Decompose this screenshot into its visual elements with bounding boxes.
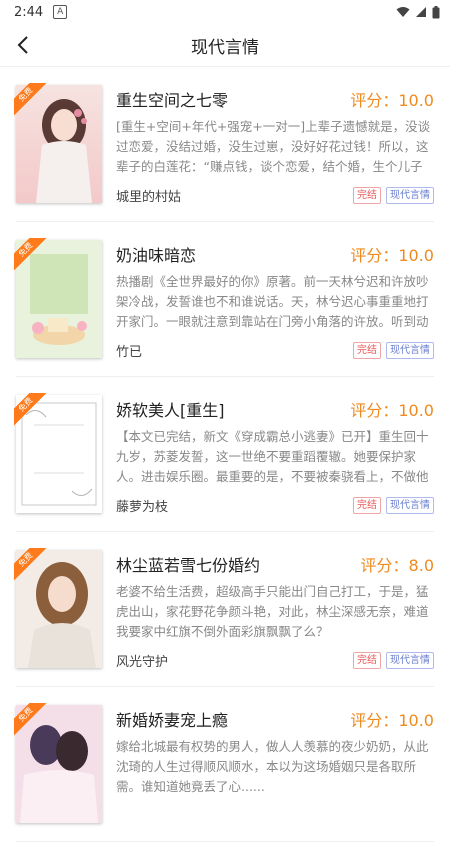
book-description: 热播剧《全世界最好的你》原著。前一天林兮迟和许放吵架冷战，发誓谁也不和谁说话。天…	[116, 274, 429, 329]
book-list: 免费 重生空间之七零 评分：10.0 [重生+空间+年代+强宠+一对一]上辈子遗…	[0, 67, 450, 842]
wifi-icon	[396, 7, 410, 17]
book-item[interactable]: 免费 娇软美人[重生] 评分：10.0 【本文已完结，新文《穿成霸总小逃妻》已开…	[14, 377, 434, 532]
book-item[interactable]: 免费 重生空间之七零 评分：10.0 [重生+空间+年代+强宠+一对一]上辈子遗…	[14, 67, 434, 222]
status-tag: 完结	[353, 652, 381, 669]
notification-a-icon: A	[53, 5, 68, 19]
page-title: 现代言情	[191, 37, 259, 58]
book-description: [重生+空间+年代+强宠+一对一]上辈子遗憾就是，没谈过恋爱，没结过婚，没生过崽…	[116, 119, 431, 174]
book-description: 【本文已完结，新文《穿成霸总小逃妻》已开】重生回十九岁，苏菱发誓，这一世绝不要重…	[116, 429, 429, 484]
book-cover[interactable]: 免费	[14, 703, 102, 823]
book-cover[interactable]: 免费	[14, 238, 102, 358]
genre-tag: 现代言情	[386, 187, 434, 204]
genre-tag: 现代言情	[386, 497, 434, 514]
book-cover[interactable]: 免费	[14, 83, 102, 203]
book-title[interactable]: 娇软美人[重生]	[116, 397, 225, 421]
genre-tag: 现代言情	[386, 342, 434, 359]
app-header: 现代言情	[0, 24, 450, 67]
status-tag: 完结	[353, 342, 381, 359]
signal-icon	[416, 7, 426, 17]
book-rating: 评分：10.0	[350, 246, 434, 265]
book-author: 风光守护	[116, 655, 169, 670]
book-item[interactable]: 免费 新婚娇妻宠上瘾 评分：10.0 嫁给北城最有权势的男人，做人人羡慕的夜少奶…	[14, 687, 434, 842]
book-description: 老婆不给生活费，超级高手只能出门自己打工，于是，猛虎出山，家花野花争颜斗艳，对此…	[116, 584, 429, 639]
book-description: 嫁给北城最有权势的男人，做人人羡慕的夜少奶奶，从此沈琦的人生过得顺风顺水，本以为…	[116, 739, 429, 794]
back-button[interactable]	[10, 32, 36, 58]
battery-icon	[432, 5, 440, 18]
book-rating: 评分：10.0	[350, 711, 434, 730]
book-title[interactable]: 重生空间之七零	[116, 87, 228, 111]
status-bar: 2:44 A	[0, 0, 450, 24]
free-badge: 免费	[14, 83, 48, 117]
chevron-left-icon	[17, 36, 28, 54]
book-author: 竹已	[116, 345, 143, 360]
status-tag: 完结	[353, 497, 381, 514]
free-badge: 免费	[14, 393, 48, 427]
book-cover[interactable]: 免费	[14, 548, 102, 668]
free-badge: 免费	[14, 238, 48, 272]
book-author: 城里的村姑	[116, 190, 182, 205]
book-rating: 评分：10.0	[350, 91, 434, 110]
status-time: 2:44	[14, 4, 44, 20]
book-title[interactable]: 奶油味暗恋	[116, 242, 196, 266]
book-item[interactable]: 免费 林尘蓝若雪七份婚约 评分：8.0 老婆不给生活费，超级高手只能出门自己打工…	[14, 532, 434, 687]
genre-tag: 现代言情	[386, 652, 434, 669]
book-cover[interactable]: 免费	[14, 393, 102, 513]
book-rating: 评分：8.0	[360, 556, 434, 575]
book-title[interactable]: 新婚娇妻宠上瘾	[116, 707, 228, 731]
book-author: 藤萝为枝	[116, 500, 169, 515]
book-title[interactable]: 林尘蓝若雪七份婚约	[116, 552, 260, 576]
book-item[interactable]: 免费 奶油味暗恋 评分：10.0 热播剧《全世界最好的你》原著。前一天林兮迟和许…	[14, 222, 434, 377]
free-badge: 免费	[14, 548, 48, 582]
status-tag: 完结	[353, 187, 381, 204]
free-badge: 免费	[14, 703, 48, 737]
book-rating: 评分：10.0	[350, 401, 434, 420]
